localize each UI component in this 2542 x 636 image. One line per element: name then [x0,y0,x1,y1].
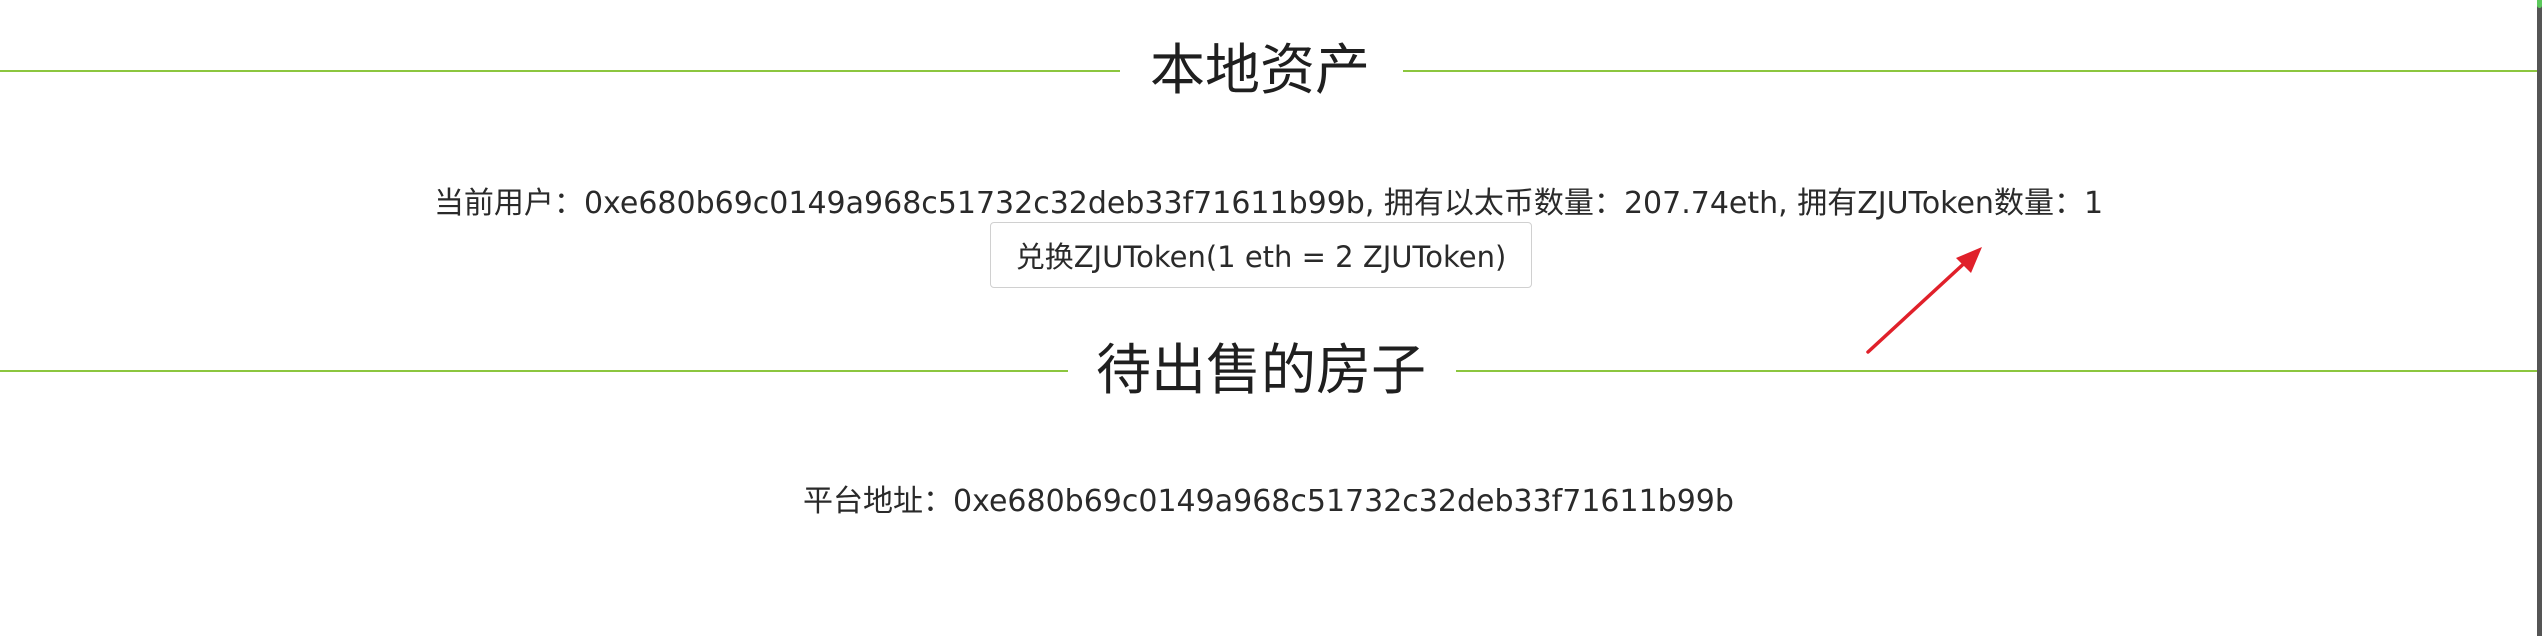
platform-label: 平台地址： [803,484,954,519]
token-label: , 拥有ZJUToken数量： [1778,186,2084,221]
user-label: 当前用户： [433,186,584,221]
divider-line-left [0,70,1120,72]
eth-label: , 拥有以太币数量： [1364,186,1624,221]
page: 本地资产 当前用户：0xe680b69c0149a968c51732c32deb… [0,0,2542,636]
platform-address: 0xe680b69c0149a968c51732c32deb33f71611b9… [953,484,1734,519]
divider-line-right [1403,70,2537,72]
section-divider-local-assets: 本地资产 [0,40,2537,100]
section-title-houses-for-sale: 待出售的房子 [1095,338,1426,402]
scrollbar-thumb[interactable] [2537,0,2542,8]
exchange-zjutoken-button[interactable]: 兑换ZJUToken(1 eth = 2 ZJUToken) [990,222,1532,288]
platform-address-info: 平台地址：0xe680b69c0149a968c51732c32deb33f71… [0,476,2537,520]
token-amount: 1 [2083,186,2104,221]
section-divider-houses-for-sale: 待出售的房子 [0,340,2537,400]
scrollbar[interactable] [2537,0,2542,636]
divider-line-right [1456,370,2537,372]
current-user-info: 当前用户：0xe680b69c0149a968c51732c32deb33f71… [0,178,2537,222]
user-address: 0xe680b69c0149a968c51732c32deb33f71611b9… [583,186,1365,221]
eth-amount: 207.74eth [1623,186,1779,221]
section-title-local-assets: 本地资产 [1149,38,1370,102]
divider-line-left [0,370,1068,372]
